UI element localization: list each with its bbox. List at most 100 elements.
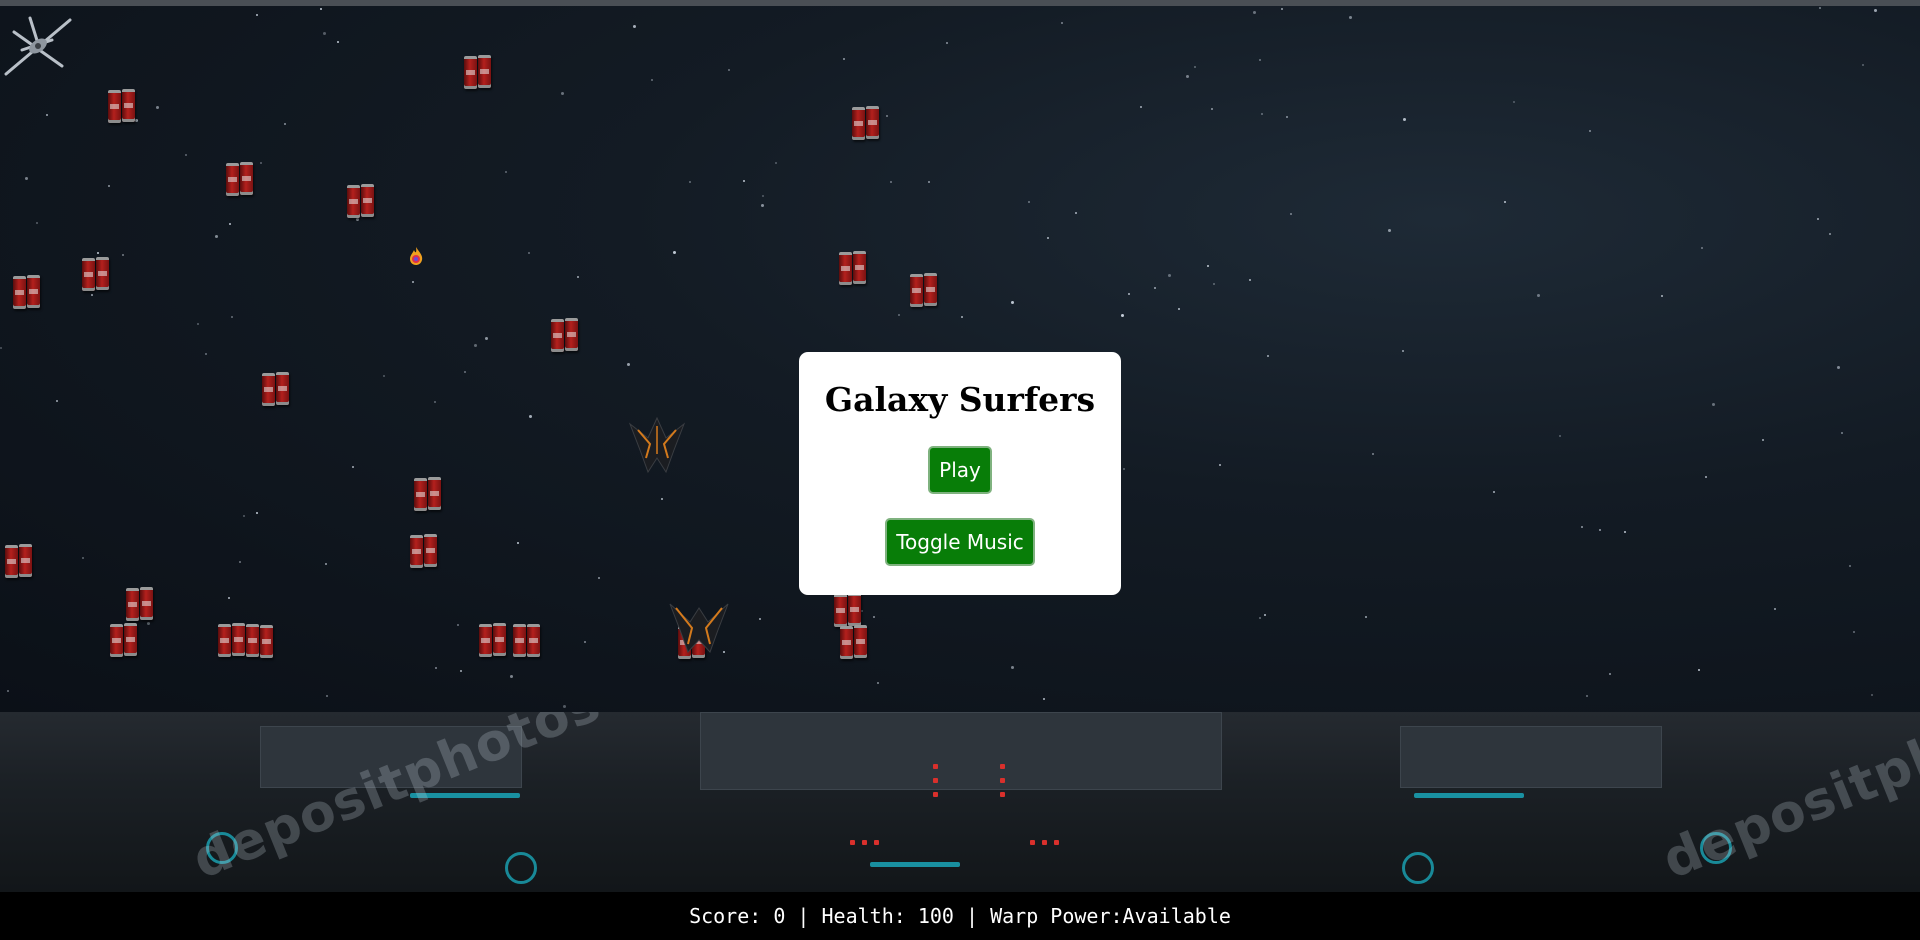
can-obstacle <box>260 367 300 407</box>
panel-indicator <box>1030 840 1035 845</box>
star <box>1365 616 1367 618</box>
star <box>434 401 436 403</box>
star <box>1581 526 1583 528</box>
star <box>1403 118 1406 121</box>
star <box>1028 201 1030 203</box>
play-button[interactable]: Play <box>928 446 992 494</box>
star <box>1207 265 1209 267</box>
can-obstacle <box>850 101 890 141</box>
star <box>528 252 530 254</box>
star <box>229 223 231 225</box>
star <box>1862 64 1864 66</box>
player-ship-icon[interactable] <box>0 10 80 86</box>
star <box>7 690 9 692</box>
can-obstacle <box>345 179 385 219</box>
watermark-right: depositphotos <box>1654 712 1920 892</box>
star <box>928 181 930 183</box>
star <box>197 323 199 325</box>
star <box>122 254 124 256</box>
star <box>743 180 745 182</box>
enemy-ship-icon <box>628 416 686 474</box>
star <box>435 667 437 669</box>
star <box>485 337 488 340</box>
star <box>761 204 764 207</box>
star <box>82 557 84 559</box>
star <box>1609 673 1611 675</box>
star <box>627 363 630 366</box>
star <box>205 353 207 355</box>
can-obstacle <box>108 618 148 658</box>
star <box>383 375 385 377</box>
star <box>1281 8 1283 10</box>
star <box>517 542 519 544</box>
star <box>728 69 730 71</box>
star <box>529 415 532 418</box>
star <box>1123 468 1125 470</box>
panel-indicator <box>1000 764 1005 769</box>
star <box>1267 355 1269 357</box>
star <box>320 8 322 10</box>
star <box>460 670 462 672</box>
star <box>1211 108 1213 110</box>
star <box>1264 614 1266 616</box>
star <box>1712 403 1715 406</box>
star <box>46 114 48 116</box>
star <box>228 597 230 599</box>
star <box>1871 694 1873 696</box>
cockpit-panel: depositphotos depositphotos <box>0 712 1920 892</box>
star <box>325 563 327 565</box>
panel-console-right <box>1400 726 1662 788</box>
star <box>1661 295 1663 297</box>
can-obstacle <box>477 618 547 658</box>
star <box>1624 531 1626 533</box>
can-obstacle <box>549 313 589 353</box>
star <box>1817 218 1819 220</box>
star <box>1011 666 1014 669</box>
star <box>56 400 58 402</box>
star <box>877 682 879 684</box>
star <box>1698 669 1700 671</box>
star <box>1493 491 1495 493</box>
star <box>337 41 339 43</box>
star <box>0 347 2 349</box>
star <box>1402 350 1404 352</box>
star <box>961 316 963 318</box>
star <box>91 294 93 296</box>
star <box>584 641 586 643</box>
star <box>1140 106 1142 108</box>
star <box>561 92 564 95</box>
star <box>1586 695 1588 697</box>
star <box>1705 476 1707 478</box>
hud-status-text: Score: 0 | Health: 100 | Warp Power:Avai… <box>689 904 1231 928</box>
panel-dial <box>505 852 537 884</box>
star <box>1372 453 1374 455</box>
star <box>633 25 636 28</box>
star <box>1259 617 1261 619</box>
star <box>946 42 948 44</box>
can-obstacle <box>224 157 264 197</box>
star <box>1829 233 1831 235</box>
star <box>1213 283 1215 285</box>
star <box>1253 11 1256 14</box>
star <box>1011 301 1014 304</box>
star <box>1075 212 1077 214</box>
can-obstacle <box>838 620 878 660</box>
can-obstacle <box>216 618 276 658</box>
star <box>457 624 459 626</box>
star <box>1178 308 1180 310</box>
star <box>1513 101 1515 103</box>
star <box>1194 66 1196 68</box>
star <box>1290 213 1292 215</box>
panel-indicator <box>850 840 855 845</box>
can-obstacle <box>80 252 120 292</box>
star <box>890 181 892 183</box>
star <box>563 705 566 708</box>
toggle-music-button[interactable]: Toggle Music <box>885 518 1035 566</box>
star <box>1853 631 1855 633</box>
star <box>673 251 676 254</box>
panel-indicator <box>862 840 867 845</box>
star <box>1874 9 1877 12</box>
start-menu-dialog: Galaxy Surfers Play Toggle Music <box>799 352 1121 595</box>
can-obstacle <box>3 539 43 579</box>
can-obstacle <box>408 529 448 569</box>
